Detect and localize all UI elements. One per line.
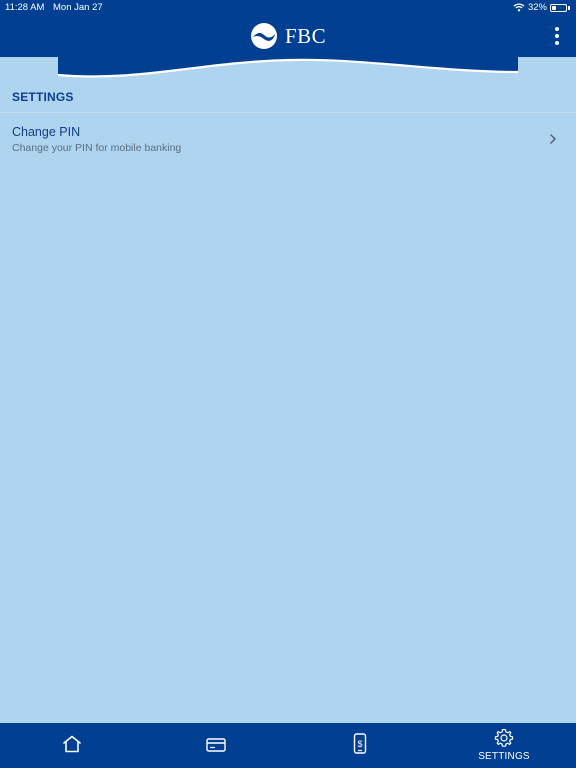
nav-settings-label: SETTINGS — [478, 751, 530, 762]
card-icon — [206, 738, 226, 752]
brand-name: FBC — [285, 23, 327, 48]
status-indicators: 32% — [513, 2, 570, 13]
home-icon — [63, 735, 81, 753]
battery-tip — [568, 5, 570, 10]
kebab-menu-icon[interactable] — [549, 25, 565, 47]
nav-cards[interactable] — [144, 723, 288, 768]
battery-level — [552, 5, 557, 10]
status-time: 11:28 AM — [5, 2, 45, 13]
kebab-dot — [555, 41, 559, 45]
kebab-dot — [555, 27, 559, 31]
nav-settings[interactable]: SETTINGS — [432, 723, 576, 768]
fbc-logo-icon — [251, 23, 277, 49]
battery-icon — [550, 3, 567, 12]
status-date: Mon Jan 27 — [53, 2, 103, 13]
brand-logo: FBC — [250, 22, 326, 50]
nav-home[interactable] — [0, 723, 144, 768]
row-subtitle: Change your PIN for mobile banking — [12, 142, 182, 154]
change-pin-row[interactable]: Change PIN Change your PIN for mobile ba… — [0, 113, 576, 163]
chevron-right-icon — [550, 134, 556, 144]
section-title: SETTINGS — [12, 90, 74, 104]
row-title: Change PIN — [12, 125, 81, 139]
svg-text:$: $ — [357, 739, 362, 749]
app-header: 11:28 AM Mon Jan 27 32% FBC — [0, 0, 576, 80]
gear-icon — [494, 728, 514, 747]
nav-mobile-payment[interactable]: $ — [288, 723, 432, 768]
bottom-nav: $ SETTINGS — [0, 723, 576, 768]
wifi-icon — [513, 3, 525, 12]
mobile-payment-icon: $ — [353, 733, 367, 754]
battery-percent: 32% — [527, 2, 547, 13]
kebab-dot — [555, 34, 559, 38]
status-bar: 11:28 AM Mon Jan 27 32% — [0, 0, 576, 16]
